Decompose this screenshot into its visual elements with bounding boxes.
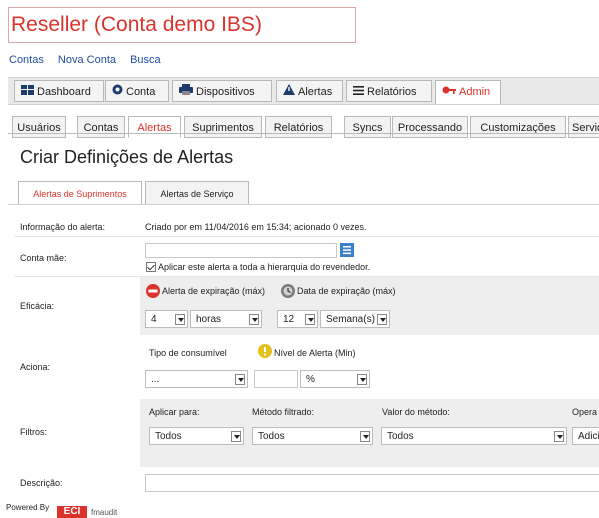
tab-conta[interactable]: Conta: [105, 80, 169, 102]
top-links: Contas Nova Conta Busca: [9, 54, 172, 66]
app-title: Reseller (Conta demo IBS): [8, 7, 356, 43]
consumable-type-label: Tipo de consumível: [149, 348, 227, 358]
efficacy-label: Eficácia:: [20, 301, 55, 311]
link-busca[interactable]: Busca: [130, 54, 161, 66]
description-label: Descrição:: [20, 478, 63, 488]
fmaudit-logo-text: fmaudit: [91, 508, 118, 517]
tab-alertas-suprimentos[interactable]: Alertas de Suprimentos: [18, 181, 142, 205]
method-value-value: Todos: [387, 431, 414, 442]
expiry-alert-unit-select[interactable]: horas: [190, 310, 262, 328]
alert-level-label: Nível de Alerta (Min): [274, 348, 356, 358]
operator-label: Opera: [572, 407, 598, 417]
account-icon: [112, 81, 123, 103]
filters-label: Filtros:: [20, 427, 47, 437]
tab-admin-label: Admin: [459, 86, 491, 98]
tab-relatorios-label: Relatórios: [367, 86, 417, 98]
chevron-down-icon: [175, 314, 185, 325]
expiry-alert-label: Alerta de expiração (máx): [162, 286, 266, 296]
subtab-customizacoes[interactable]: Customizações: [470, 116, 566, 138]
tab-conta-label: Conta: [126, 86, 156, 98]
alert-level-unit-select[interactable]: %: [300, 370, 370, 388]
info-label: Informação do alerta:: [20, 222, 106, 232]
expiry-date-value: 12: [283, 314, 295, 325]
divider: [8, 204, 599, 205]
tab-dashboard[interactable]: Dashboard: [14, 80, 104, 102]
tab-relatorios[interactable]: Relatórios: [346, 80, 432, 102]
stop-icon: [146, 284, 160, 298]
list-icon: [353, 81, 364, 103]
key-icon: [442, 81, 456, 103]
expiry-alert-unit: horas: [196, 314, 222, 325]
powered-by: Powered By: [6, 503, 50, 512]
method-value-select[interactable]: Todos: [381, 427, 567, 445]
trigger-label: Aciona:: [20, 362, 51, 372]
expiry-date-label: Data de expiração (máx): [297, 286, 396, 296]
tab-admin[interactable]: Admin: [435, 80, 501, 105]
tab-alertas[interactable]: Alertas: [276, 80, 343, 102]
expiry-alert-value: 4: [151, 314, 157, 325]
warning-icon: [258, 344, 272, 358]
operator-select[interactable]: Adici: [572, 427, 599, 445]
parent-account-label: Conta mãe:: [20, 253, 67, 263]
apply-to-select[interactable]: Todos: [149, 427, 244, 445]
filter-method-label: Método filtrado:: [252, 407, 315, 417]
chevron-down-icon: [231, 431, 241, 442]
page-title: Criar Definições de Alertas: [20, 147, 234, 167]
parent-account-input[interactable]: [145, 243, 337, 258]
chevron-down-icon: [249, 314, 259, 325]
tab-dispositivos-label: Dispositivos: [196, 86, 255, 98]
subtab-suprimentos[interactable]: Suprimentos: [184, 116, 262, 138]
description-input[interactable]: [145, 474, 599, 492]
tab-dispositivos[interactable]: Dispositivos: [172, 80, 272, 102]
alert-icon: [283, 81, 295, 103]
chevron-down-icon: [554, 431, 564, 442]
chevron-down-icon: [377, 314, 387, 325]
alert-level-unit: %: [306, 374, 315, 385]
expiry-date-unit-select[interactable]: Semana(s): [320, 310, 390, 328]
subtab-servidor[interactable]: Servido: [568, 116, 599, 138]
link-contas[interactable]: Contas: [9, 54, 44, 66]
tab-dashboard-label: Dashboard: [37, 86, 91, 98]
tab-alertas-label: Alertas: [298, 86, 333, 98]
subtab-alertas[interactable]: Alertas: [128, 116, 181, 138]
link-nova-conta[interactable]: Nova Conta: [58, 54, 116, 66]
subtab-relatorios[interactable]: Relatórios: [265, 116, 332, 138]
expiry-date-unit: Semana(s): [326, 314, 375, 325]
subtab-usuarios[interactable]: Usuários: [12, 116, 66, 138]
consumable-type-select[interactable]: ...: [145, 370, 248, 388]
divider: [14, 236, 599, 237]
method-value-label: Valor do método:: [382, 407, 450, 417]
apply-hierarchy-checkbox[interactable]: [146, 262, 156, 272]
chevron-down-icon: [235, 374, 245, 385]
apply-to-value: Todos: [155, 431, 182, 442]
divider: [8, 133, 599, 134]
expiry-alert-value-select[interactable]: 4: [145, 310, 188, 328]
filter-method-select[interactable]: Todos: [252, 427, 373, 445]
consumable-type-value: ...: [151, 374, 160, 385]
filter-method-value: Todos: [258, 431, 285, 442]
clock-icon: [281, 284, 295, 298]
main-nav: Dashboard Conta Dispositivos Alertas Rel…: [8, 77, 599, 105]
subtab-processando[interactable]: Processando: [392, 116, 468, 138]
apply-to-label: Aplicar para:: [149, 407, 200, 417]
subtab-contas[interactable]: Contas: [77, 116, 125, 138]
expiry-date-value-select[interactable]: 12: [277, 310, 318, 328]
printer-icon: [179, 81, 193, 103]
lookup-icon[interactable]: [340, 243, 354, 257]
info-value: Criado por em 11/04/2016 em 15:34; acion…: [145, 222, 367, 232]
chevron-down-icon: [357, 374, 367, 385]
subtab-syncs[interactable]: Syncs: [344, 116, 391, 138]
dashboard-icon: [21, 81, 34, 103]
alert-level-input[interactable]: [254, 370, 298, 388]
operator-value: Adici: [578, 431, 599, 442]
eci-logo: ECI: [57, 506, 87, 518]
apply-hierarchy-label: Aplicar este alerta a toda a hierarquia …: [158, 262, 371, 272]
chevron-down-icon: [360, 431, 370, 442]
tab-alertas-servico[interactable]: Alertas de Serviço: [145, 181, 249, 205]
chevron-down-icon: [305, 314, 315, 325]
